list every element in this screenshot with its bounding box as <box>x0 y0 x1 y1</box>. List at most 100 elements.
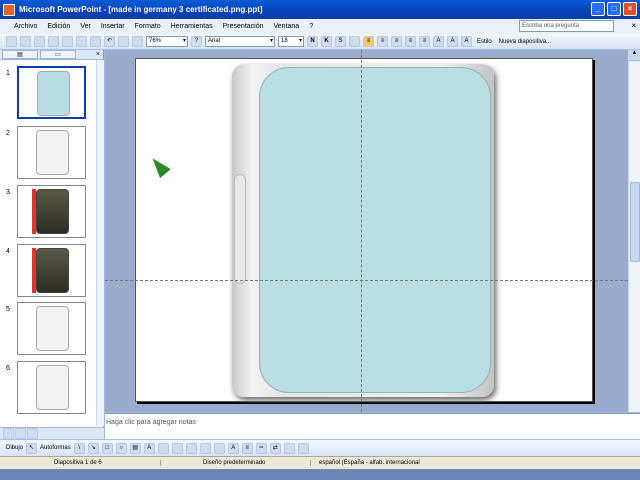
help-icon[interactable]: ? <box>191 36 202 47</box>
paste-icon[interactable] <box>90 36 101 47</box>
window-controls: _ □ × <box>591 2 637 16</box>
slide-thumb-row[interactable]: 2 <box>0 126 96 182</box>
shadow-style-icon[interactable] <box>283 442 295 454</box>
menu-help[interactable]: ? <box>309 23 313 30</box>
menu-presentacion[interactable]: Presentación <box>223 23 264 30</box>
minimize-button[interactable]: _ <box>591 2 605 16</box>
align-left-icon[interactable]: ≡ <box>363 36 374 47</box>
dvd-case-image[interactable] <box>232 64 494 397</box>
dash-style-icon[interactable]: ┅ <box>255 442 267 454</box>
design-button[interactable]: Estilo <box>475 39 494 45</box>
slide-thumbnail[interactable] <box>17 185 86 238</box>
open-folder-icon[interactable] <box>20 36 31 47</box>
status-bar: Diapositiva 1 de 6 Diseño predeterminado… <box>0 456 640 469</box>
draw-menu[interactable]: Dibujo <box>6 445 23 451</box>
shadow-button[interactable] <box>349 36 360 47</box>
menu-ver[interactable]: Ver <box>80 23 91 30</box>
new-slide-button[interactable]: Nueva diapositiva... <box>497 39 553 45</box>
slide-thumb-row[interactable]: 5 <box>0 302 96 358</box>
notes-pane[interactable]: Haga clic para agregar notas <box>105 413 640 439</box>
slideshow-view-icon[interactable] <box>27 428 38 439</box>
line-color-icon[interactable] <box>213 442 225 454</box>
menu-herramientas[interactable]: Herramientas <box>171 23 213 30</box>
slide-number: 6 <box>6 365 10 372</box>
dvd-case-thumb <box>37 71 70 116</box>
copy-icon[interactable] <box>76 36 87 47</box>
arrow-style-icon[interactable]: ⇄ <box>269 442 281 454</box>
slide-number: 2 <box>6 130 10 137</box>
slide-thumb-row[interactable]: 4 <box>0 244 96 300</box>
undo-icon[interactable]: ↶ <box>104 36 115 47</box>
tab-outline[interactable]: ▤ <box>2 50 38 59</box>
underline-button[interactable]: S <box>335 36 346 47</box>
bullets-icon[interactable]: ≡ <box>419 36 430 47</box>
wordart-icon[interactable]: A <box>143 442 155 454</box>
align-center-icon[interactable]: ≡ <box>377 36 388 47</box>
ask-question-input[interactable]: Escriba una pregunta <box>519 20 614 32</box>
scroll-up-icon[interactable]: ▲ <box>629 50 640 61</box>
dvd-cover-panel <box>259 67 491 393</box>
slide-number: 3 <box>6 189 10 196</box>
print-icon[interactable] <box>48 36 59 47</box>
insert-chart-icon[interactable] <box>118 36 129 47</box>
document-close-icon[interactable]: × <box>631 21 636 30</box>
arrow-tool-icon[interactable]: ↘ <box>87 442 99 454</box>
slide-canvas[interactable] <box>135 58 593 402</box>
autoshapes-menu[interactable]: Autoformas <box>40 445 71 451</box>
cut-icon[interactable] <box>62 36 73 47</box>
menu-formato[interactable]: Formato <box>135 23 161 30</box>
horizontal-guide[interactable] <box>105 280 628 281</box>
font-select[interactable]: Arial <box>205 36 275 47</box>
tab-slides[interactable]: ▭ <box>40 50 76 59</box>
slides-pane-scrollbar[interactable] <box>96 60 104 426</box>
clipart-icon[interactable] <box>171 442 183 454</box>
numbering-icon[interactable]: ≡ <box>405 36 416 47</box>
menu-archivo[interactable]: Archivo <box>14 23 37 30</box>
fill-color-icon[interactable] <box>199 442 211 454</box>
insert-table-icon[interactable] <box>132 36 143 47</box>
font-size-select[interactable]: 18 <box>278 36 304 47</box>
slide-thumb-row[interactable]: 3 <box>0 185 96 241</box>
scroll-thumb[interactable] <box>630 182 640 262</box>
menu-ventana[interactable]: Ventana <box>274 23 300 30</box>
italic-button[interactable]: K <box>321 36 332 47</box>
close-button[interactable]: × <box>623 2 637 16</box>
textbox-tool-icon[interactable]: ▤ <box>129 442 141 454</box>
slide-scrollbar[interactable]: ▲ <box>628 50 640 412</box>
3d-style-icon[interactable] <box>297 442 309 454</box>
select-pointer-icon[interactable]: ↖ <box>26 442 38 454</box>
slide-thumbnail[interactable] <box>17 244 86 297</box>
font-color-draw-icon[interactable]: A <box>227 442 239 454</box>
slide-thumbnail[interactable] <box>17 361 86 414</box>
slide-thumb-row[interactable]: 6 <box>0 361 96 417</box>
decrease-font-icon[interactable]: A <box>447 36 458 47</box>
new-document-icon[interactable] <box>6 36 17 47</box>
picture-icon[interactable] <box>185 442 197 454</box>
maximize-button[interactable]: □ <box>607 2 621 16</box>
diagram-icon[interactable] <box>157 442 169 454</box>
slide-thumbnail[interactable] <box>17 126 86 179</box>
taskbar-strip <box>0 469 640 480</box>
photo-cover-thumb <box>36 189 69 234</box>
oval-tool-icon[interactable]: ○ <box>115 442 127 454</box>
vertical-guide[interactable] <box>361 50 362 412</box>
slide-thumbnail[interactable] <box>17 66 86 119</box>
line-style-icon[interactable]: ≡ <box>241 442 253 454</box>
pane-tabs: ▤ ▭ × <box>0 50 103 60</box>
pane-close-icon[interactable]: × <box>96 51 100 58</box>
normal-view-icon[interactable] <box>3 428 14 439</box>
slide-thumb-row[interactable]: 1 <box>0 66 96 122</box>
powerpoint-app-icon <box>3 3 15 16</box>
sorter-view-icon[interactable] <box>15 428 26 439</box>
zoom-select[interactable]: 76% <box>146 36 188 47</box>
increase-font-icon[interactable]: A <box>433 36 444 47</box>
slide-thumbnail[interactable] <box>17 302 86 355</box>
rectangle-tool-icon[interactable]: □ <box>101 442 113 454</box>
align-right-icon[interactable]: ≡ <box>391 36 402 47</box>
save-icon[interactable] <box>34 36 45 47</box>
menu-edicion[interactable]: Edición <box>47 23 70 30</box>
bold-button[interactable]: N <box>307 36 318 47</box>
font-color-icon[interactable]: A <box>461 36 472 47</box>
line-tool-icon[interactable]: \ <box>73 442 85 454</box>
menu-insertar[interactable]: Insertar <box>101 23 125 30</box>
